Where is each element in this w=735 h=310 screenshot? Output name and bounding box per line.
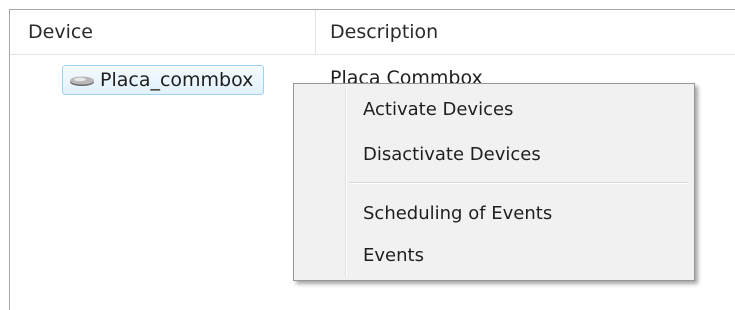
menu-item-disactivate-devices[interactable]: Disactivate Devices: [297, 137, 691, 173]
menu-item-scheduling-of-events[interactable]: Scheduling of Events: [297, 196, 691, 232]
menu-item-activate-devices[interactable]: Activate Devices: [297, 92, 691, 128]
column-header-device[interactable]: Device: [28, 10, 93, 54]
column-header-row: Device Description: [10, 10, 735, 55]
column-header-description[interactable]: Description: [330, 10, 438, 54]
column-divider[interactable]: [315, 10, 316, 54]
device-icon: [69, 73, 95, 87]
device-tree-item[interactable]: Placa_commbox: [62, 65, 265, 95]
device-name-label: Placa_commbox: [100, 69, 254, 91]
context-menu: Activate Devices Disactivate Devices Sch…: [293, 83, 695, 281]
menu-separator: [349, 182, 689, 184]
menu-item-events[interactable]: Events: [297, 238, 691, 274]
